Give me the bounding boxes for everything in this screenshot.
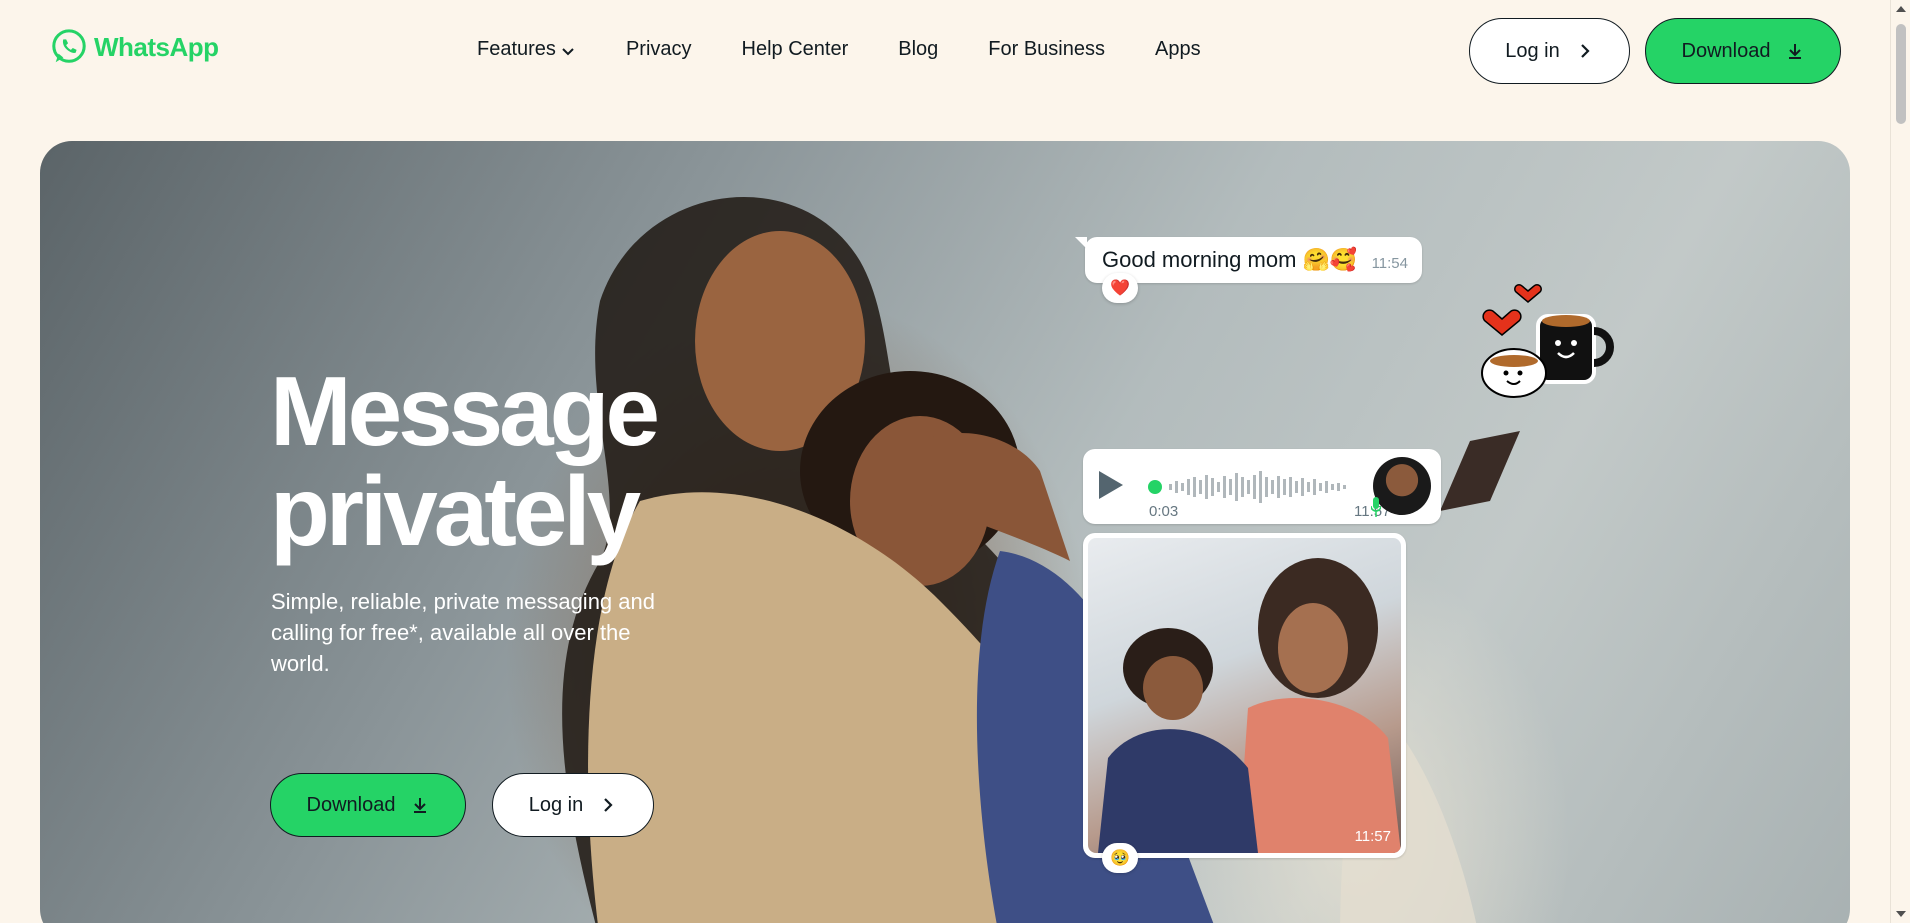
download-icon	[414, 798, 427, 813]
chevron-right-icon	[604, 798, 613, 812]
voice-note-bubble: 0:03 11:57	[1083, 449, 1441, 524]
chevron-down-icon	[562, 47, 574, 55]
nav-for-business-label: For Business	[988, 38, 1105, 60]
bubble-tail	[1075, 237, 1087, 249]
chat-message-bubble: Good morning mom 🤗🥰 11:54	[1075, 237, 1422, 283]
nav-blog[interactable]: Blog	[898, 38, 938, 61]
scroll-down-arrow[interactable]	[1896, 911, 1906, 917]
hero-login-button[interactable]: Log in	[492, 773, 654, 837]
hero-download-label: Download	[306, 793, 396, 816]
nav-for-business[interactable]: For Business	[988, 38, 1105, 61]
chevron-right-icon	[1580, 44, 1590, 58]
header-login-label: Log in	[1505, 39, 1560, 62]
main-nav: Features Privacy Help Center Blog For Bu…	[477, 38, 1201, 61]
nav-apps-label: Apps	[1154, 38, 1201, 60]
nav-help-center-label: Help Center	[741, 38, 849, 60]
photo-message-bubble: 11:57	[1083, 533, 1406, 858]
logo-wordmark: WhatsApp	[94, 31, 219, 62]
nav-apps[interactable]: Apps	[1155, 38, 1201, 61]
message-reaction: ❤️	[1102, 273, 1138, 303]
shared-photo[interactable]: 11:57	[1088, 538, 1401, 853]
nav-help-center[interactable]: Help Center	[742, 38, 849, 61]
nav-blog-label: Blog	[898, 38, 939, 60]
voice-duration: 0:03	[1149, 503, 1179, 520]
hero-download-button[interactable]: Download	[270, 773, 466, 837]
avatar	[1373, 457, 1431, 515]
page-scrollbar[interactable]	[1890, 0, 1910, 923]
download-icon	[1789, 44, 1802, 59]
photo-reaction: 🥹	[1102, 843, 1138, 873]
waveform	[1169, 471, 1346, 503]
message-text: Good morning mom 🤗🥰	[1102, 247, 1358, 272]
microphone-icon	[1371, 497, 1381, 517]
nav-features[interactable]: Features	[477, 38, 576, 61]
hero-section: Message privately Simple, reliable, priv…	[40, 141, 1850, 923]
header-download-button[interactable]: Download	[1645, 18, 1841, 84]
hero-title: Message privately	[270, 356, 660, 566]
hero-login-label: Log in	[528, 793, 584, 816]
whatsapp-logo-icon	[52, 29, 86, 63]
whatsapp-logo[interactable]: WhatsApp	[50, 28, 219, 66]
play-icon[interactable]	[1099, 471, 1123, 499]
header-login-button[interactable]: Log in	[1469, 18, 1630, 84]
coffee-cups-sticker	[1481, 284, 1614, 398]
voice-progress-dot[interactable]	[1148, 480, 1162, 494]
nav-features-label: Features	[477, 38, 556, 60]
shared-photo-content	[1098, 558, 1401, 853]
scroll-thumb[interactable]	[1896, 24, 1906, 124]
header-download-label: Download	[1681, 39, 1771, 62]
site-header: WhatsApp Features Privacy Help Center Bl…	[0, 0, 1890, 100]
scroll-up-arrow[interactable]	[1896, 6, 1906, 12]
hero-subtitle: Simple, reliable, private messaging and …	[271, 589, 655, 676]
message-time: 11:54	[1371, 255, 1408, 272]
nav-privacy[interactable]: Privacy	[626, 38, 692, 61]
nav-privacy-label: Privacy	[625, 38, 692, 60]
photo-time: 11:57	[1354, 828, 1391, 845]
